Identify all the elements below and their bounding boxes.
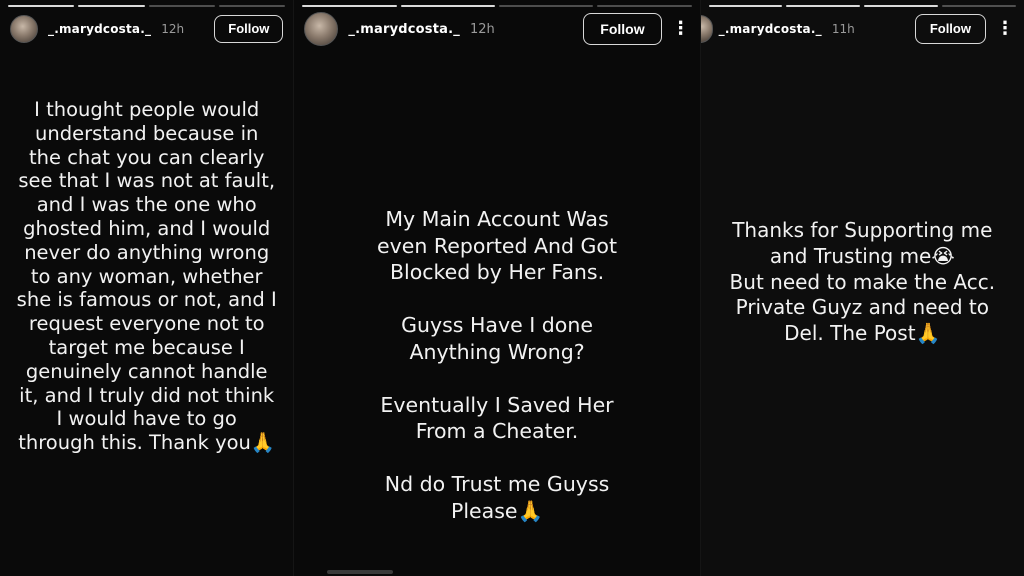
- story-text: My Main Account Was even Reported And Go…: [377, 207, 618, 523]
- progress-segment: [219, 5, 286, 7]
- story-header: _.marydcosta._ 11h Follow ⋮: [700, 14, 1014, 44]
- progress-segment: [942, 5, 1016, 7]
- progress-segment: [708, 5, 783, 7]
- username[interactable]: _.marydcosta._: [719, 22, 822, 36]
- progress-segment: [148, 5, 216, 7]
- progress-segment: [864, 5, 939, 7]
- post-time: 12h: [469, 21, 495, 37]
- post-time: 11h: [831, 22, 855, 36]
- more-options-icon[interactable]: ⋮: [672, 20, 690, 38]
- story-progress-bar: [8, 5, 286, 7]
- story-panel-2: _.marydcosta._ 12h Follow ⋮ My Main Acco…: [293, 0, 700, 576]
- progress-segment: [302, 5, 397, 7]
- story-header: _.marydcosta._ 12h Follow: [10, 14, 284, 44]
- home-indicator: [327, 570, 394, 574]
- story-progress-bar: [708, 5, 1016, 7]
- progress-segment: [786, 5, 861, 7]
- avatar[interactable]: [304, 12, 339, 46]
- progress-segment: [597, 5, 692, 7]
- story-text: Thanks for Supporting me and Trusting me…: [729, 218, 996, 346]
- follow-button[interactable]: Follow: [583, 13, 662, 45]
- story-progress-bar: [302, 5, 692, 7]
- progress-segment: [499, 5, 594, 7]
- progress-segment: [400, 5, 496, 7]
- follow-button[interactable]: Follow: [914, 14, 986, 44]
- progress-segment: [8, 5, 75, 7]
- progress-segment: [78, 5, 145, 7]
- follow-button[interactable]: Follow: [214, 15, 284, 43]
- story-collage: _.marydcosta._ 12h Follow I thought peop…: [0, 0, 1024, 576]
- username[interactable]: _.marydcosta._: [48, 22, 151, 36]
- story-panel-3: _.marydcosta._ 11h Follow ⋮ Thanks for S…: [699, 0, 1024, 576]
- story-panel-1: _.marydcosta._ 12h Follow I thought peop…: [0, 0, 294, 576]
- more-options-icon[interactable]: ⋮: [996, 20, 1014, 38]
- post-time: 12h: [161, 22, 185, 36]
- avatar[interactable]: [10, 15, 38, 43]
- story-text: I thought people would understand becaus…: [16, 98, 277, 455]
- username[interactable]: _.marydcosta._: [348, 22, 460, 37]
- story-header: _.marydcosta._ 12h Follow ⋮: [304, 12, 690, 46]
- avatar[interactable]: [700, 15, 713, 43]
